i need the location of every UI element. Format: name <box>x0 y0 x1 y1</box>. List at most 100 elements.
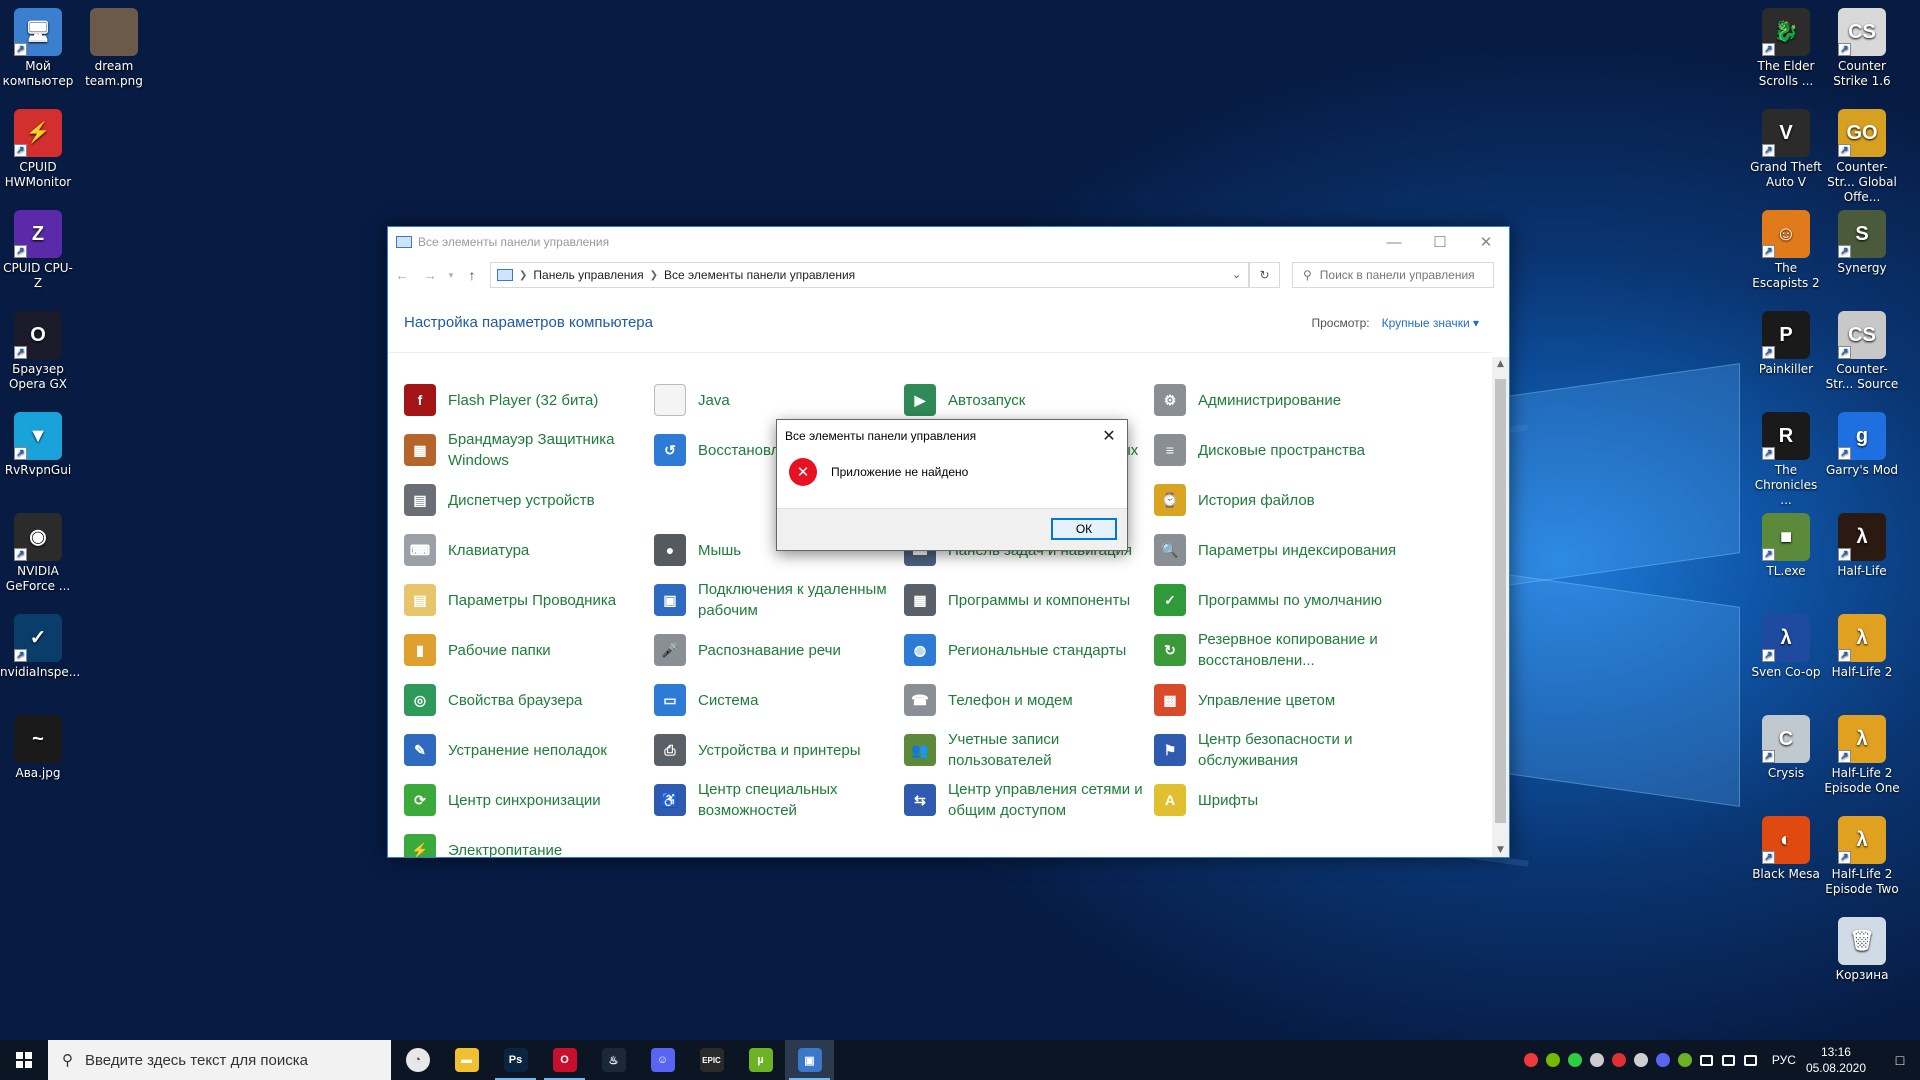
network-icon[interactable] <box>1696 1040 1718 1080</box>
desktop-icon[interactable]: S ↗ Synergy <box>1824 204 1900 276</box>
taskbar-search-input[interactable]: ⚲ Введите здесь текст для поиска <box>48 1040 391 1080</box>
desktop-icon[interactable]: λ ↗ Sven Co-op <box>1748 608 1824 680</box>
cp-item-storage-spaces[interactable]: ≡ Дисковые пространства <box>1154 425 1404 475</box>
scroll-up-icon[interactable]: ▲ <box>1492 359 1509 369</box>
desktop-icon[interactable]: R ↗ The Chronicles ... <box>1748 406 1824 508</box>
taskbar-app[interactable]: ☺ <box>638 1040 687 1080</box>
cp-item-file-history[interactable]: ⌚ История файлов <box>1154 475 1404 525</box>
nvidia-tray-icon[interactable] <box>1542 1040 1564 1080</box>
desktop-icon[interactable]: 🐉 ↗ The Elder Scrolls ... <box>1748 2 1824 89</box>
desktop-icon[interactable]: λ ↗ Half-Life <box>1824 507 1900 579</box>
close-button[interactable]: ✕ <box>1463 227 1509 257</box>
cp-item-power[interactable]: ⚡ Электропитание <box>404 825 654 857</box>
desktop-icon[interactable]: ~ Ава.jpg <box>0 709 76 781</box>
utorrent-tray-icon[interactable] <box>1674 1040 1696 1080</box>
desktop-icon[interactable]: O ↗ Браузер Opera GX <box>0 305 76 392</box>
maximize-button[interactable]: ☐ <box>1417 227 1463 257</box>
cp-item-security-center[interactable]: ⚑ Центр безопасности и обслуживания <box>1154 725 1404 775</box>
taskbar-app[interactable]: ▣ <box>785 1040 834 1080</box>
refresh-button[interactable]: ↻ <box>1250 262 1280 288</box>
taskbar-app[interactable]: Ps <box>491 1040 540 1080</box>
address-dropdown-icon[interactable]: ⌄ <box>1225 263 1249 287</box>
desktop-icon[interactable]: ⚡ ↗ CPUID HWMonitor <box>0 103 76 190</box>
desktop-icon[interactable]: V ↗ Grand Theft Auto V <box>1748 103 1824 190</box>
desktop-icon[interactable]: 🖥 ↗ Мой компьютер <box>0 2 76 89</box>
breadcrumb-item[interactable]: Панель управления <box>533 268 643 282</box>
taskbar-app[interactable]: O <box>540 1040 589 1080</box>
cp-item-ease-of-access[interactable]: ♿ Центр специальных возможностей <box>654 775 904 825</box>
desktop-icon[interactable]: GO ↗ Counter-Str... Global Offe... <box>1824 103 1900 205</box>
cp-item-backup[interactable]: ↻ Резервное копирование и восстановлени..… <box>1154 625 1404 675</box>
cp-item-flash[interactable]: f Flash Player (32 бита) <box>404 375 654 425</box>
breadcrumb-item[interactable]: Все элементы панели управления <box>664 268 855 282</box>
desktop-icon[interactable]: Z ↗ CPUID CPU-Z <box>0 204 76 291</box>
cp-item-explorer-options[interactable]: ▤ Параметры Проводника <box>404 575 654 625</box>
address-bar[interactable]: ❯ Панель управления ❯ Все элементы панел… <box>490 262 1250 288</box>
desktop-icon[interactable]: ◉ ↗ NVIDIA GeForce ... <box>0 507 76 594</box>
cp-item-internet-options[interactable]: ◎ Свойства браузера <box>404 675 654 725</box>
clock[interactable]: 13:16 05.08.2020 <box>1806 1044 1866 1076</box>
cp-item-system[interactable]: ▭ Система <box>654 675 904 725</box>
up-arrow-icon[interactable]: ↑ <box>458 267 486 283</box>
cp-item-remote-desktop[interactable]: ▣ Подключения к удаленным рабочим <box>654 575 904 625</box>
taskbar-app[interactable]: ◔ <box>393 1040 442 1080</box>
cp-item-region[interactable]: ◍ Региональные стандарты <box>904 625 1154 675</box>
notification-icon[interactable]: □ <box>1880 1052 1920 1068</box>
desktop-icon[interactable]: ◐ ↗ Black Mesa <box>1748 810 1824 882</box>
taskbar-app[interactable]: ♨ <box>589 1040 638 1080</box>
cp-item-keyboard[interactable]: ⌨ Клавиатура <box>404 525 654 575</box>
desktop-icon[interactable]: λ ↗ Half-Life 2 Episode Two <box>1824 810 1900 897</box>
cp-item-programs[interactable]: ▦ Программы и компоненты <box>904 575 1154 625</box>
desktop-icon[interactable]: dream team.png <box>76 2 152 89</box>
minimize-button[interactable]: — <box>1371 227 1417 257</box>
desktop-icon[interactable]: P ↗ Painkiller <box>1748 305 1824 377</box>
desktop-icon[interactable]: CS ↗ Counter-Str... Source <box>1824 305 1900 392</box>
desktop-icon[interactable]: CS ↗ Counter Strike 1.6 <box>1824 2 1900 89</box>
taskbar-app[interactable]: EPIC <box>687 1040 736 1080</box>
hwmonitor-tray-icon[interactable] <box>1608 1040 1630 1080</box>
desktop-icon[interactable]: λ ↗ Half-Life 2 Episode One <box>1824 709 1900 796</box>
window-titlebar[interactable]: Все элементы панели управления — ☐ ✕ <box>388 227 1509 257</box>
cp-item-work-folders[interactable]: ▮ Рабочие папки <box>404 625 654 675</box>
desktop-icon[interactable]: 🗑 Корзина <box>1824 911 1900 983</box>
dialog-titlebar[interactable]: Все элементы панели управления ✕ <box>777 420 1127 452</box>
dialog-close-icon[interactable]: ✕ <box>1091 426 1127 446</box>
cp-item-devices-printers[interactable]: ⎙ Устройства и принтеры <box>654 725 904 775</box>
desktop-icon[interactable]: ✓ ↗ nvidiaInspe... <box>0 608 80 680</box>
vertical-scrollbar[interactable]: ▲ ▼ <box>1492 357 1509 857</box>
razer-icon[interactable] <box>1564 1040 1586 1080</box>
search-input[interactable]: ⚲ Поиск в панели управления <box>1292 262 1494 288</box>
view-mode-dropdown[interactable]: Крупные значки ▾ <box>1382 316 1479 330</box>
desktop-icon[interactable]: ■ ↗ TL.exe <box>1748 507 1824 579</box>
desktop-icon[interactable]: λ ↗ Half-Life 2 <box>1824 608 1900 680</box>
cp-item-color-management[interactable]: ▩ Управление цветом <box>1154 675 1404 725</box>
back-arrow-icon[interactable]: ← <box>388 267 416 283</box>
cp-item-indexing[interactable]: 🔍 Параметры индексирования <box>1154 525 1404 575</box>
cp-item-admin-tools[interactable]: ⚙ Администрирование <box>1154 375 1404 425</box>
scrollbar-thumb[interactable] <box>1495 379 1506 823</box>
error-dialog[interactable]: Все элементы панели управления ✕ ✕ Прило… <box>776 419 1128 551</box>
desktop-icon[interactable]: ☺ ↗ The Escapists 2 <box>1748 204 1824 291</box>
recent-locations-icon[interactable]: ▾ <box>444 270 458 281</box>
scroll-down-icon[interactable]: ▼ <box>1492 845 1509 855</box>
taskbar-app[interactable]: µ <box>736 1040 785 1080</box>
cp-item-network-center[interactable]: ⇆ Центр управления сетями и общим доступо… <box>904 775 1154 825</box>
language-indicator[interactable]: РУС <box>1772 1053 1796 1067</box>
steam-tray-icon[interactable] <box>1586 1040 1608 1080</box>
cp-item-default-programs[interactable]: ✓ Программы по умолчанию <box>1154 575 1404 625</box>
cp-item-speech[interactable]: 🎤 Распознавание речи <box>654 625 904 675</box>
vivaldi-icon[interactable] <box>1520 1040 1542 1080</box>
ok-button[interactable]: ОК <box>1051 518 1117 540</box>
start-button[interactable] <box>0 1040 48 1080</box>
forward-arrow-icon[interactable]: → <box>416 267 444 283</box>
desktop-icon[interactable]: C ↗ Crysis <box>1748 709 1824 781</box>
cp-item-user-accounts[interactable]: 👥 Учетные записи пользователей <box>904 725 1154 775</box>
steam-tray-icon-2[interactable] <box>1630 1040 1652 1080</box>
cp-item-java[interactable]: Java <box>654 375 904 425</box>
cp-item-phone-modem[interactable]: ☎ Телефон и модем <box>904 675 1154 725</box>
cp-item-device-manager[interactable]: ▤ Диспетчер устройств <box>404 475 654 525</box>
cp-item-fonts[interactable]: A Шрифты <box>1154 775 1404 825</box>
desktop-icon[interactable]: ▼ ↗ RvRvpnGui <box>0 406 76 478</box>
taskbar-app[interactable]: ▬ <box>442 1040 491 1080</box>
cp-item-sync-center[interactable]: ⟳ Центр синхронизации <box>404 775 654 825</box>
